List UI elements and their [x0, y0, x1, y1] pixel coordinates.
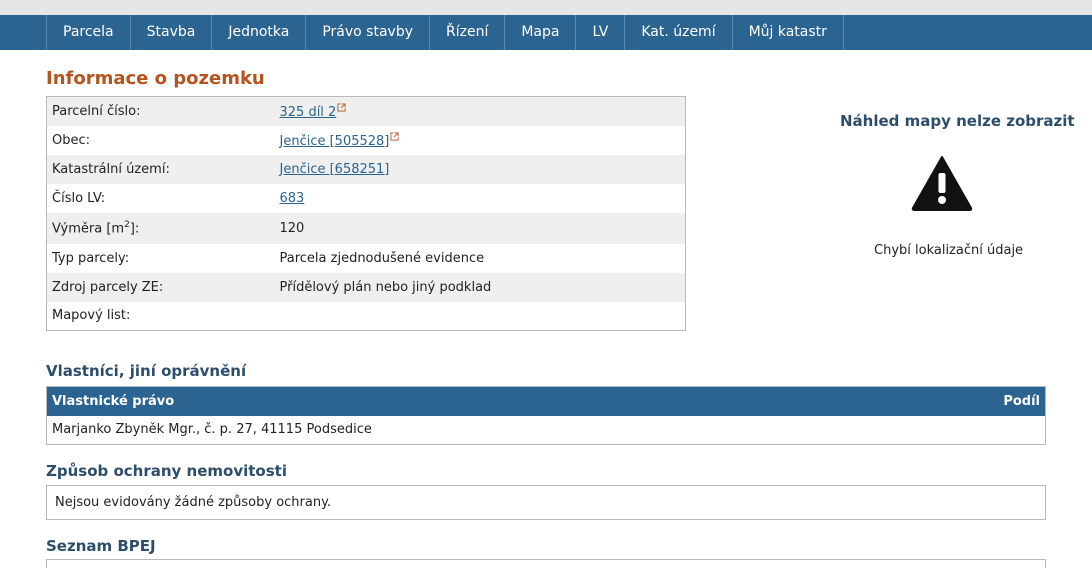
- parcel-type-label: Typ parcely:: [52, 250, 130, 266]
- protection-box: Nejsou evidovány žádné způsoby ochrany.: [46, 485, 1046, 520]
- external-link-icon[interactable]: [337, 103, 346, 112]
- protection-text: Nejsou evidovány žádné způsoby ochrany.: [55, 495, 332, 510]
- area-label: Výměra [m2]:: [46, 212, 275, 244]
- tab-pravo-stavby[interactable]: Právo stavby: [305, 15, 429, 50]
- bpej-heading: Seznam BPEJ: [46, 537, 156, 555]
- table-row: Marjanko Zbyněk Mgr., č. p. 27, 41115 Po…: [47, 416, 1046, 445]
- map-preview-message: Chybí lokalizační údaje: [874, 243, 1024, 258]
- lv-number-label: Číslo LV:: [52, 190, 106, 206]
- tab-jednotka[interactable]: Jednotka: [211, 15, 305, 50]
- area-label-suffix: ]:: [129, 221, 140, 237]
- table-row: Mapový list:: [47, 302, 686, 331]
- owner-name: Marjanko Zbyněk Mgr., č. p. 27, 41115 Po…: [52, 422, 372, 438]
- parcel-number-cell: 325 díl 2: [274, 96, 686, 126]
- table-row: Zdroj parcely ZE: Přídělový plán nebo ji…: [46, 272, 686, 302]
- tab-muj-katastr[interactable]: Můj katastr: [731, 15, 844, 50]
- parcel-number-link[interactable]: 325 díl 2: [280, 105, 337, 120]
- parcel-type-value: Parcela zjednodušené evidence: [279, 250, 485, 266]
- owners-table: Vlastnické právo Podíl Marjanko Zbyněk M…: [46, 386, 1046, 445]
- table-row: Katastrální území: Jenčice [658251]: [46, 154, 686, 184]
- table-row: Výměra [m2]: 120: [46, 212, 686, 244]
- main-navigation: Parcela Stavba Jednotka Právo stavby Říz…: [0, 15, 1092, 50]
- tab-kat-uzemi[interactable]: Kat. území: [624, 15, 731, 50]
- area-label-text: Výměra [m: [52, 221, 125, 237]
- share-column-header: Podíl: [920, 386, 1046, 416]
- parcel-info-table: Parcelní číslo: 325 díl 2 Obec: Jenčice …: [46, 96, 686, 331]
- top-strip: [0, 0, 1092, 15]
- owners-heading: Vlastníci, jiní oprávnění: [46, 362, 247, 380]
- parcel-source-label: Zdroj parcely ZE:: [46, 272, 275, 302]
- map-sheet-label: Mapový list:: [52, 308, 131, 324]
- table-row: Číslo LV: 683: [47, 184, 686, 213]
- warning-icon: [911, 156, 973, 211]
- parcel-number-label: Parcelní číslo:: [46, 96, 275, 126]
- cadastral-area-cell: Jenčice [658251]: [274, 154, 686, 184]
- owner-share: [921, 416, 1046, 445]
- table-header-row: Vlastnické právo Podíl: [46, 386, 1046, 416]
- tab-parcela[interactable]: Parcela: [46, 15, 130, 50]
- tab-rizeni[interactable]: Řízení: [429, 15, 504, 50]
- external-link-icon[interactable]: [390, 131, 399, 141]
- table-row: Obec: Jenčice [505528]: [47, 126, 686, 155]
- map-preview-title: Náhled mapy nelze zobrazit: [840, 112, 1075, 130]
- municipality-link[interactable]: Jenčice [505528]: [280, 134, 390, 149]
- lv-number-link[interactable]: 683: [280, 191, 305, 206]
- tab-stavba[interactable]: Stavba: [129, 15, 212, 50]
- tab-lv[interactable]: LV: [575, 15, 624, 50]
- ownership-column-header: Vlastnické právo: [46, 386, 921, 416]
- table-row: Parcelní číslo: 325 díl 2: [46, 96, 686, 126]
- bpej-box: [46, 559, 1046, 568]
- parcel-source-value: Přídělový plán nebo jiný podklad: [274, 272, 686, 302]
- page-title: Informace o pozemku: [46, 68, 265, 89]
- cadastral-area-label: Katastrální území:: [46, 154, 275, 184]
- map-sheet-value: [275, 302, 686, 331]
- tab-mapa[interactable]: Mapa: [504, 15, 575, 50]
- lv-number-cell: 683: [275, 184, 686, 213]
- municipality-cell: Jenčice [505528]: [275, 126, 686, 155]
- area-value: 120: [274, 212, 686, 244]
- table-row: Typ parcely: Parcela zjednodušené eviden…: [47, 244, 686, 273]
- protection-heading: Způsob ochrany nemovitosti: [46, 462, 287, 480]
- cadastral-area-link[interactable]: Jenčice [658251]: [280, 162, 390, 177]
- municipality-label: Obec:: [52, 132, 91, 148]
